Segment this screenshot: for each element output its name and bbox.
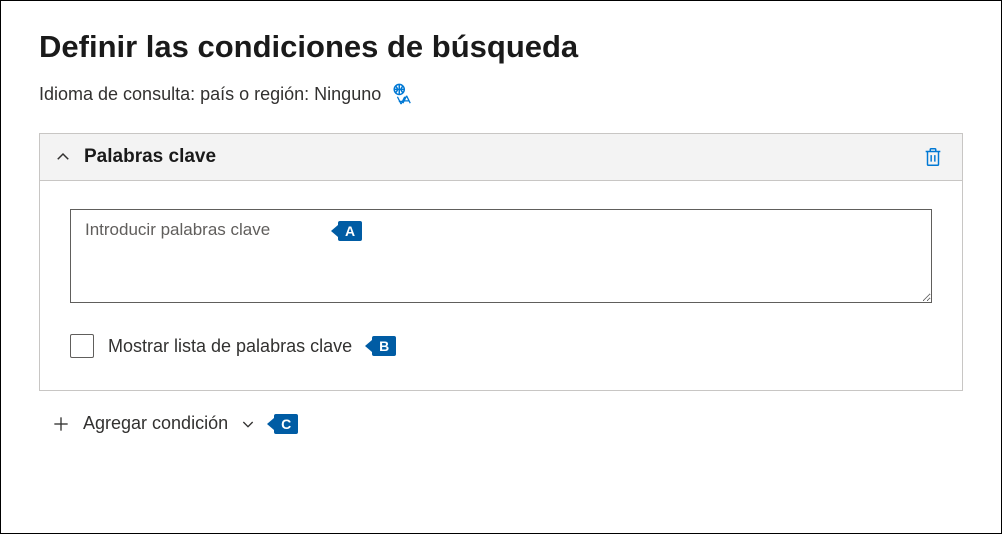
page-title: Definir las condiciones de búsqueda: [39, 29, 963, 65]
chevron-down-icon: [240, 416, 256, 432]
callout-marker-a: A: [338, 221, 362, 241]
callout-marker-b: B: [372, 336, 396, 356]
add-condition-label: Agregar condición: [83, 413, 228, 434]
card-body: A Mostrar lista de palabras clave B: [40, 181, 962, 390]
chevron-up-icon[interactable]: [54, 148, 72, 166]
query-language-row: Idioma de consulta: país o región: Ningu…: [39, 83, 963, 105]
plus-icon: [51, 414, 71, 434]
show-keyword-list-row: Mostrar lista de palabras clave B: [70, 334, 932, 358]
keywords-card: Palabras clave A Mostrar lista de palabr…: [39, 133, 963, 391]
show-keyword-list-checkbox[interactable]: [70, 334, 94, 358]
trash-icon[interactable]: [922, 146, 944, 168]
keywords-input[interactable]: [70, 209, 932, 303]
card-header[interactable]: Palabras clave: [40, 134, 962, 181]
query-language-label: Idioma de consulta: país o región: Ningu…: [39, 84, 381, 105]
add-condition-button[interactable]: Agregar condición C: [39, 413, 963, 434]
card-header-title: Palabras clave: [84, 146, 910, 168]
locale-icon[interactable]: [391, 83, 413, 105]
callout-marker-c: C: [274, 414, 298, 434]
show-keyword-list-label: Mostrar lista de palabras clave: [108, 336, 352, 357]
